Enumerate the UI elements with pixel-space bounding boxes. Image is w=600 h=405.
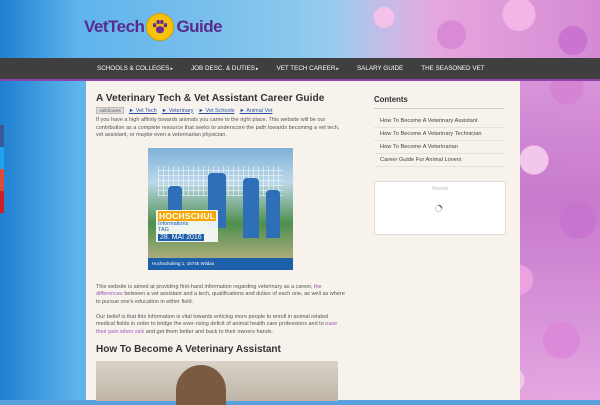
image-footer: Hochschulring 1, 15745 Wildau: [148, 257, 293, 270]
ad-link-vet-tech[interactable]: ► Vet Tech: [129, 108, 157, 114]
paragraph-text: Our belief is that this information is v…: [96, 313, 329, 328]
nav-item-salary-guide[interactable]: SALARY GUIDE: [348, 58, 412, 79]
nav-item-label: VET TECH CAREER: [276, 65, 336, 72]
paragraph-2: This website is aimed at providing first…: [96, 284, 348, 307]
header-blossom: [330, 0, 600, 58]
recent-widget: Recent: [374, 181, 506, 235]
spinner-icon: [434, 204, 443, 213]
contents-item[interactable]: How To Become A Veterinary Assistant: [374, 115, 504, 128]
banner-main-text: HOCHSCHUL: [158, 210, 217, 221]
paw-icon: [146, 13, 175, 41]
share-strip-pinterest[interactable]: [0, 191, 4, 213]
dropdown-arrow-icon: ▸: [170, 66, 173, 72]
contents-item[interactable]: How To Become A Veterinarian: [374, 141, 504, 154]
paragraph-text: This website is aimed at providing first…: [96, 283, 314, 290]
banner-tag-text: TAG: [158, 226, 169, 233]
nav-item-seasoned-vet[interactable]: THE SEASONED VET: [412, 58, 493, 79]
ad-links-bar: AdChoices ► Vet Tech ► Veterinary ► Vet …: [96, 107, 348, 114]
nav-item-schools-colleges[interactable]: SCHOOLS & COLLEGES▸: [88, 58, 182, 79]
content-container: A Veterinary Tech & Vet Assistant Career…: [86, 81, 520, 405]
image-person: [176, 365, 226, 405]
share-strip-google[interactable]: [0, 169, 4, 191]
share-strip-twitter[interactable]: [0, 147, 4, 169]
paragraph-3: Our belief is that this information is v…: [96, 314, 348, 337]
logo-text-left: VetTech: [84, 17, 145, 36]
image-banner: HOCHSCHUL Informations TAG 28. MAI 2016: [156, 209, 218, 242]
ad-link-animal-vet[interactable]: ► Animal Vet: [240, 108, 273, 114]
article-title: A Veterinary Tech & Vet Assistant Career…: [96, 93, 325, 104]
article: A Veterinary Tech & Vet Assistant Career…: [96, 93, 348, 405]
intro-paragraph: If you have a high affinity towards anim…: [96, 117, 340, 139]
paragraph-text: between a vet assistant and a tech, qual…: [96, 291, 345, 305]
nav-item-job-desc-duties[interactable]: JOB DESC. & DUTIES▸: [182, 58, 268, 79]
image-person: [266, 189, 280, 238]
site-logo[interactable]: VetTech Guide: [84, 12, 223, 42]
widget-label: Recent: [432, 186, 448, 192]
site-header: VetTech Guide: [0, 0, 600, 58]
ad-link-veterinary[interactable]: ► Veterinary: [162, 108, 194, 114]
section-heading: How To Become A Veterinary Assistant: [96, 344, 281, 356]
nav-item-label: THE SEASONED VET: [421, 65, 485, 72]
contents-item[interactable]: How To Become A Veterinary Technician: [374, 128, 504, 141]
article-image-vet-assistant: [96, 361, 338, 405]
contents-list: How To Become A Veterinary Assistant How…: [374, 115, 504, 167]
main-navigation: SCHOOLS & COLLEGES▸ JOB DESC. & DUTIES▸ …: [0, 58, 600, 81]
nav-item-vet-tech-career[interactable]: VET TECH CAREER▸: [268, 58, 348, 79]
dropdown-arrow-icon: ▸: [336, 66, 339, 72]
nav-item-label: JOB DESC. & DUTIES: [190, 65, 255, 72]
share-strip-facebook[interactable]: [0, 125, 4, 147]
nav-item-label: SALARY GUIDE: [356, 65, 404, 72]
logo-text-right: Guide: [176, 17, 223, 36]
ad-link-vet-schools[interactable]: ► Vet Schools: [199, 108, 235, 114]
contents-item[interactable]: Career Guide For Animal Lovers: [374, 154, 504, 167]
article-image-volleyball: HOCHSCHUL Informations TAG 28. MAI 2016 …: [148, 147, 293, 270]
sidebar: Contents How To Become A Veterinary Assi…: [374, 95, 506, 235]
image-person: [243, 177, 259, 238]
adchoices-badge[interactable]: AdChoices: [96, 107, 124, 114]
dropdown-arrow-icon: ▸: [256, 66, 259, 72]
banner-date-text: 28. MAI 2016: [158, 233, 204, 241]
nav-item-label: SCHOOLS & COLLEGES: [97, 65, 170, 72]
paragraph-text: and get them better and back to their ow…: [144, 328, 274, 335]
contents-title: Contents: [374, 95, 504, 109]
